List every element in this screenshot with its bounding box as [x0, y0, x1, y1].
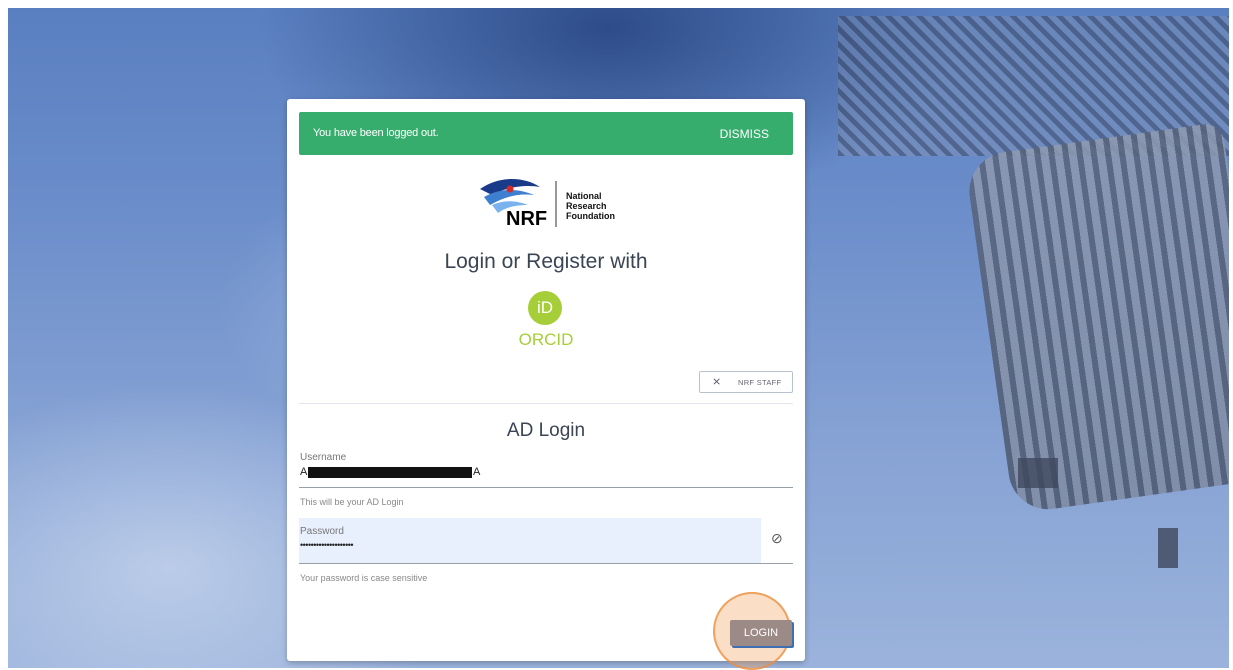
username-underline	[299, 487, 793, 488]
dismiss-button[interactable]: DISMISS	[720, 127, 769, 141]
ad-login-title: AD Login	[506, 420, 586, 441]
login-button[interactable]: LOGIN	[730, 620, 792, 646]
svg-text:NRF: NRF	[506, 208, 547, 229]
hide-password-icon[interactable]: ⊘	[771, 530, 783, 547]
nrf-staff-label: NRF STAFF	[738, 378, 782, 387]
logo-line-2: Research	[566, 201, 607, 211]
username-hint: This will be your AD Login	[300, 497, 404, 507]
logo-line-3: Foundation	[566, 211, 615, 221]
login-card: You have been logged out. DISMISS NRF Na…	[287, 99, 805, 670]
password-label: Password	[300, 526, 344, 537]
satellite-arm-image	[1158, 528, 1178, 568]
password-field[interactable]	[299, 518, 761, 563]
logo-line-1: National	[566, 191, 602, 201]
satellite-image	[964, 121, 1229, 515]
password-hint: Your password is case sensitive	[300, 573, 428, 583]
no-person-icon: ⨯	[712, 376, 722, 388]
alert-message: You have been logged out.	[313, 127, 439, 139]
nrf-staff-button[interactable]: ⨯ NRF STAFF	[699, 371, 793, 393]
username-redaction	[308, 467, 472, 478]
login-register-title: Login or Register with	[444, 250, 648, 273]
password-value[interactable]: ••••••••••••••••••••	[300, 540, 354, 550]
username-label: Username	[300, 452, 347, 463]
username-field-suffix[interactable]: A	[473, 466, 480, 478]
satellite-arm-image	[1018, 458, 1058, 488]
orcid-login-link[interactable]: ORCID	[287, 330, 805, 350]
section-divider	[299, 403, 793, 404]
password-underline	[299, 563, 793, 564]
orcid-icon[interactable]: iD	[528, 291, 562, 325]
nrf-logo-text: National Research Foundation	[566, 191, 615, 221]
username-field-prefix[interactable]: A	[300, 466, 307, 478]
logout-alert: You have been logged out. DISMISS	[299, 112, 793, 155]
